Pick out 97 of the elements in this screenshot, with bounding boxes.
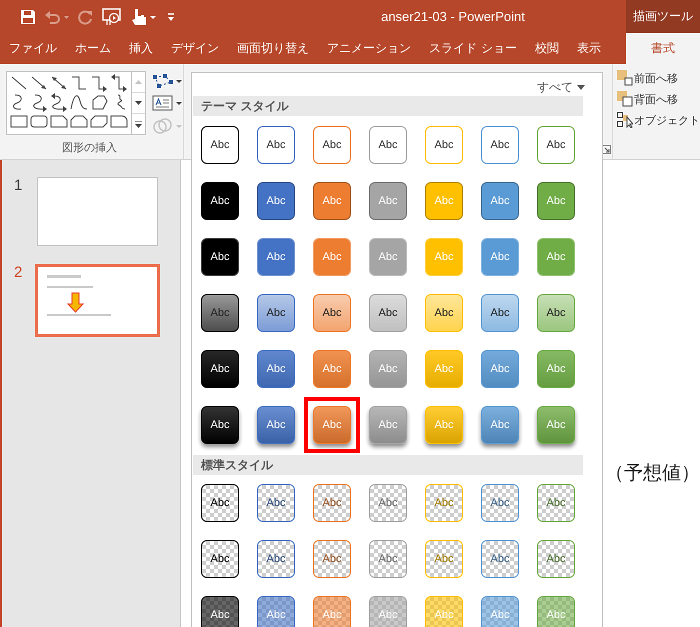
- style-swatch[interactable]: Abc: [313, 406, 351, 444]
- style-swatch[interactable]: Abc: [313, 596, 351, 627]
- ribbon-tab[interactable]: ファイル: [0, 33, 66, 64]
- style-swatch[interactable]: Abc: [257, 350, 295, 388]
- more-icon[interactable]: [135, 120, 142, 128]
- curve-double-arrow-icon[interactable]: [49, 93, 69, 112]
- elbow-arrow-icon[interactable]: [89, 74, 109, 93]
- style-swatch[interactable]: Abc: [481, 126, 519, 164]
- style-swatch[interactable]: Abc: [481, 350, 519, 388]
- ribbon-command[interactable]: オブジェクト: [634, 112, 700, 128]
- ribbon-command[interactable]: 背面へ移: [634, 92, 678, 106]
- elbow-double-arrow-icon[interactable]: [109, 74, 129, 93]
- style-swatch[interactable]: Abc: [369, 350, 407, 388]
- scroll-down-icon[interactable]: [135, 101, 142, 105]
- style-swatch[interactable]: Abc: [257, 182, 295, 220]
- style-swatch[interactable]: Abc: [537, 484, 575, 522]
- arc-icon[interactable]: [69, 93, 89, 112]
- style-swatch[interactable]: Abc: [313, 294, 351, 332]
- style-swatch[interactable]: Abc: [369, 238, 407, 276]
- style-swatch[interactable]: Abc: [369, 182, 407, 220]
- context-group-label: 描画ツール: [626, 0, 700, 33]
- style-swatch[interactable]: Abc: [313, 126, 351, 164]
- style-swatch[interactable]: Abc: [313, 540, 351, 578]
- bring-forward-icon[interactable]: [617, 70, 633, 86]
- style-swatch[interactable]: Abc: [481, 182, 519, 220]
- save-icon[interactable]: [20, 8, 36, 24]
- slide-text: （予想値）: [605, 462, 700, 484]
- style-swatch[interactable]: Abc: [425, 294, 463, 332]
- style-swatch[interactable]: Abc: [313, 238, 351, 276]
- style-swatch[interactable]: Abc: [257, 540, 295, 578]
- style-swatch[interactable]: Abc: [201, 484, 239, 522]
- slide-number: 1: [13, 177, 24, 195]
- style-swatch[interactable]: Abc: [257, 484, 295, 522]
- style-swatch[interactable]: Abc: [201, 294, 239, 332]
- slide-thumbnail[interactable]: [35, 264, 160, 337]
- window-title: anser21-03 - PowerPoint: [380, 8, 526, 26]
- ribbon-command[interactable]: 前面へ移: [634, 70, 678, 86]
- group-label: 図形の挿入: [62, 140, 117, 155]
- ribbon-tab[interactable]: 挿入: [120, 33, 162, 64]
- style-swatch[interactable]: Abc: [481, 596, 519, 627]
- style-swatch[interactable]: Abc: [537, 350, 575, 388]
- style-swatch[interactable]: Abc: [313, 182, 351, 220]
- ribbon-tab[interactable]: 校閲: [526, 33, 568, 64]
- style-swatch[interactable]: Abc: [537, 182, 575, 220]
- style-swatch[interactable]: Abc: [369, 484, 407, 522]
- style-swatch[interactable]: Abc: [369, 540, 407, 578]
- ribbon-tab[interactable]: ホーム: [66, 33, 120, 64]
- style-swatch[interactable]: Abc: [537, 406, 575, 444]
- ribbon-tab[interactable]: アニメーション: [318, 33, 420, 64]
- style-swatch[interactable]: Abc: [313, 350, 351, 388]
- style-swatch[interactable]: Abc: [537, 540, 575, 578]
- edit-shape-icon[interactable]: [152, 73, 182, 89]
- style-swatch[interactable]: Abc: [257, 294, 295, 332]
- style-swatch[interactable]: Abc: [369, 294, 407, 332]
- style-swatch[interactable]: Abc: [481, 484, 519, 522]
- style-swatch[interactable]: Abc: [201, 350, 239, 388]
- touch-hand-icon[interactable]: [130, 8, 158, 26]
- style-swatch[interactable]: Abc: [257, 126, 295, 164]
- style-swatch[interactable]: Abc: [481, 238, 519, 276]
- style-swatch[interactable]: Abc: [201, 406, 239, 444]
- section-header: 標準スタイル: [193, 455, 583, 475]
- send-backward-icon[interactable]: [617, 91, 633, 107]
- style-swatch[interactable]: Abc: [425, 484, 463, 522]
- presentation-icon[interactable]: [102, 8, 122, 26]
- ribbon-tab[interactable]: スライド ショー: [420, 33, 526, 64]
- style-swatch[interactable]: Abc: [481, 540, 519, 578]
- style-swatch[interactable]: Abc: [313, 484, 351, 522]
- style-swatch[interactable]: Abc: [257, 596, 295, 627]
- style-swatch[interactable]: Abc: [257, 406, 295, 444]
- caret-icon[interactable]: [577, 85, 585, 90]
- style-swatch[interactable]: Abc: [369, 126, 407, 164]
- style-swatch[interactable]: Abc: [201, 126, 239, 164]
- style-swatch[interactable]: Abc: [201, 540, 239, 578]
- style-swatch[interactable]: Abc: [481, 294, 519, 332]
- selection-pane-icon[interactable]: [617, 112, 633, 128]
- text-box-icon[interactable]: [152, 95, 182, 111]
- slide-thumbnail[interactable]: [37, 177, 158, 246]
- style-swatch[interactable]: Abc: [201, 596, 239, 627]
- style-swatch[interactable]: Abc: [425, 540, 463, 578]
- style-swatch[interactable]: Abc: [481, 406, 519, 444]
- style-swatch[interactable]: Abc: [425, 126, 463, 164]
- style-swatch[interactable]: Abc: [257, 238, 295, 276]
- ribbon-tab[interactable]: デザイン: [162, 33, 228, 64]
- style-swatch[interactable]: Abc: [537, 126, 575, 164]
- ribbon-tab[interactable]: 書式: [626, 33, 700, 64]
- filter-dropdown[interactable]: すべて: [537, 79, 585, 96]
- customize-icon[interactable]: [166, 10, 176, 22]
- style-swatch[interactable]: Abc: [369, 406, 407, 444]
- slide-number: 2: [13, 264, 24, 282]
- style-swatch[interactable]: Abc: [201, 182, 239, 220]
- ribbon-tab[interactable]: 表示: [568, 33, 610, 64]
- style-swatch[interactable]: Abc: [537, 238, 575, 276]
- ribbon-tab[interactable]: 画面切り替え: [228, 33, 318, 64]
- dialog-launcher-icon[interactable]: [602, 145, 611, 154]
- section-header: テーマ スタイル: [193, 96, 583, 116]
- style-swatch[interactable]: Abc: [537, 294, 575, 332]
- style-swatch[interactable]: Abc: [201, 238, 239, 276]
